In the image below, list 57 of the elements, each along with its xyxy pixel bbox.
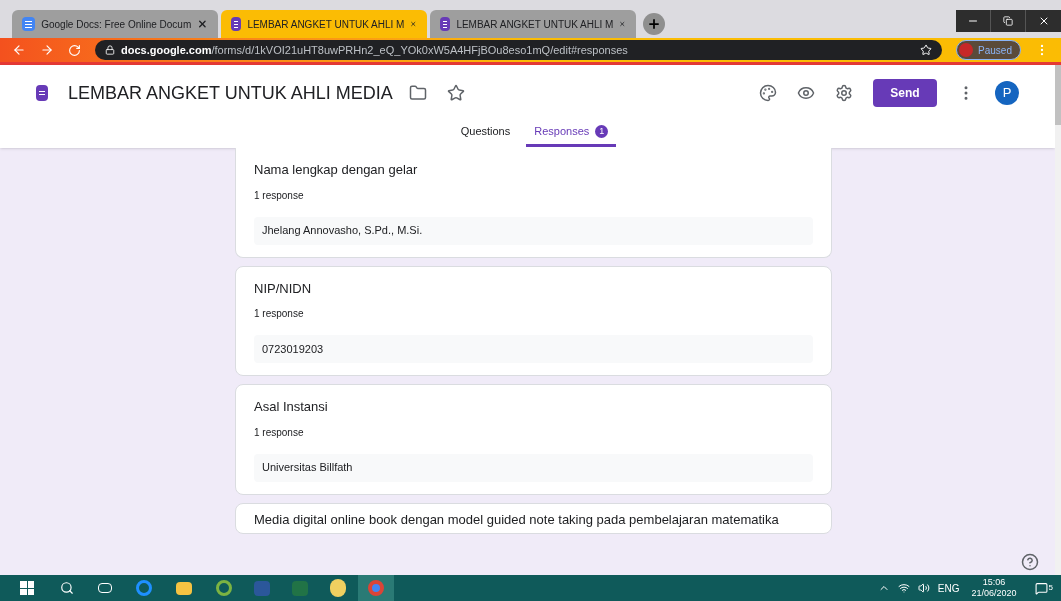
question-title: Nama lengkap dengan gelar — [254, 161, 419, 179]
question-title: NIP/NIDN — [254, 279, 313, 298]
tab-title: LEMBAR ANGKET UNTUK AHLI M — [247, 17, 405, 32]
search-icon[interactable] — [60, 581, 74, 595]
close-icon[interactable] — [197, 18, 208, 30]
help-icon[interactable] — [1021, 553, 1039, 571]
restore-icon — [1003, 16, 1013, 26]
response-count: 1 response — [254, 425, 305, 440]
bookmark-star-icon[interactable] — [920, 44, 933, 56]
browser-tab[interactable]: LEMBAR ANGKET UNTUK AHLI M — [221, 10, 427, 38]
clock[interactable]: 15:06 21/06/2020 — [967, 577, 1021, 599]
url-host: docs.google.com — [121, 42, 212, 58]
speaker-icon[interactable] — [917, 582, 930, 594]
form-icon — [36, 85, 48, 101]
circular-app-icon[interactable] — [216, 580, 232, 596]
round-app-icon[interactable] — [330, 579, 346, 597]
answer-text: Universitas Billfath — [254, 453, 813, 482]
start-windows-icon[interactable] — [20, 581, 34, 595]
question-title: Asal Instansi — [254, 398, 329, 416]
preview-eye-icon[interactable] — [797, 84, 815, 102]
form-title: LEMBAR ANGKET UNTUK AHLI MEDIA — [68, 81, 393, 105]
address-bar[interactable]: docs.google.com/forms/d/1kVOI21uHT8uwPRHn2_eQ_YOk0xW5A4HFjBOu8eso1mQ/edit#responses — [95, 40, 943, 60]
form-icon — [440, 17, 451, 31]
browser-tab[interactable]: Google Docs: Free Online Docum — [12, 10, 218, 38]
new-tab-button[interactable] — [643, 13, 665, 35]
browser-tab[interactable]: LEMBAR ANGKET UNTUK AHLI M — [430, 10, 636, 38]
task-view-icon[interactable] — [98, 583, 112, 593]
send-button[interactable]: Send — [873, 79, 937, 107]
minimize-button[interactable] — [956, 10, 991, 32]
forward-icon[interactable] — [40, 43, 54, 57]
star-icon[interactable] — [446, 84, 465, 102]
network-icon[interactable] — [897, 582, 910, 594]
document-icon — [22, 17, 36, 31]
account-avatar[interactable]: P — [995, 81, 1019, 105]
settings-icon[interactable] — [835, 84, 853, 102]
answer-text: 0723019203 — [254, 335, 813, 363]
count-badge: 1 — [595, 125, 609, 138]
folder-icon[interactable] — [408, 84, 427, 102]
tab-title: LEMBAR ANGKET UNTUK AHLI M — [456, 17, 614, 32]
response-count: 1 response — [254, 307, 305, 321]
response-count: 1 response — [254, 188, 305, 203]
form-tab[interactable]: Questions — [452, 119, 519, 147]
palette-icon[interactable] — [759, 84, 777, 102]
back-icon[interactable] — [12, 43, 26, 57]
restore-button[interactable] — [991, 10, 1026, 32]
language-indicator[interactable]: ENG — [937, 580, 960, 596]
url-path: /forms/d/1kVOI21uHT8uwPRHn2_eQ_YOk0xW5A4HFjBOu8eso1mQ/edit#responses — [211, 42, 629, 58]
tab-title: Google Docs: Free Online Docum — [41, 17, 192, 32]
profile-status: Paused — [978, 43, 1012, 58]
answer-text: Jhelang Annovasho, S.Pd., M.Si. — [254, 216, 813, 245]
question-title: Media digital online book dengan model guided note taking pada pembelajaran matematika — [254, 510, 780, 529]
form-icon — [231, 17, 242, 31]
lock-icon — [105, 45, 115, 55]
plus-icon — [647, 17, 661, 31]
reload-icon[interactable] — [68, 43, 81, 57]
profile-chip[interactable]: Paused — [956, 40, 1021, 60]
scrollbar[interactable] — [1055, 65, 1061, 575]
